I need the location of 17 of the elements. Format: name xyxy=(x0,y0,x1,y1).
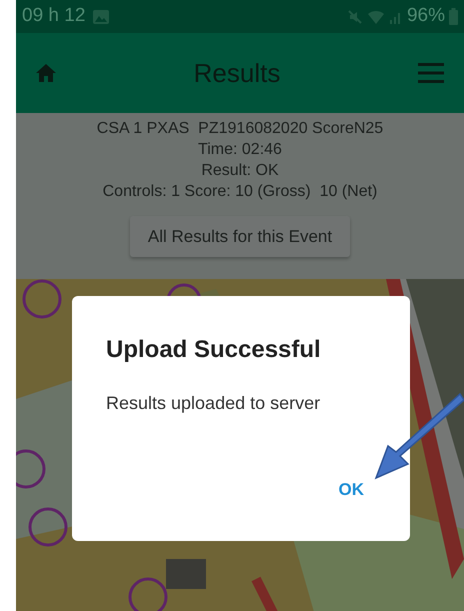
image-icon xyxy=(93,10,110,24)
dialog-title: Upload Successful xyxy=(106,335,322,365)
result-line: Controls: 1 Score: 10 (Gross) 10 (Net) xyxy=(102,182,378,202)
battery-level: 96% xyxy=(406,4,445,28)
wifi-icon xyxy=(366,8,385,24)
all-results-button[interactable]: All Results for this Event xyxy=(130,216,350,257)
dialog-message: Results uploaded to server xyxy=(106,392,322,415)
screen-title: Results xyxy=(194,56,280,90)
mute-icon xyxy=(346,8,363,24)
home-icon[interactable] xyxy=(36,64,56,82)
ok-button[interactable]: OK xyxy=(334,474,368,504)
battery-icon xyxy=(449,8,458,25)
menu-icon[interactable] xyxy=(418,63,444,83)
result-line: Result: OK xyxy=(201,161,279,181)
result-line: CSA 1 PXAS PZ1916082020 ScoreN25 xyxy=(96,119,384,139)
result-line: Time: 02:46 xyxy=(198,140,282,160)
status-time: 09 h 12 xyxy=(22,4,86,28)
